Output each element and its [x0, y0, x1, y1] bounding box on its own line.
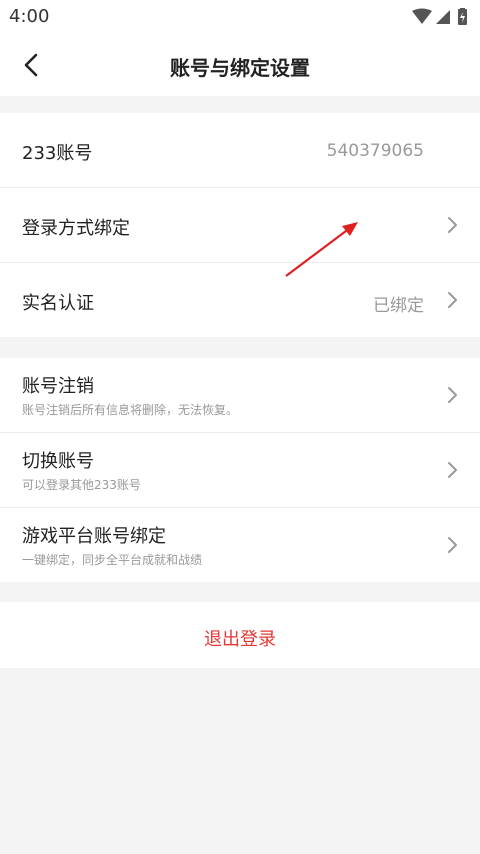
- verification-status: 已绑定: [373, 296, 424, 316]
- status-bar: 4:00: [0, 0, 480, 34]
- chevron-right-icon: [446, 535, 460, 555]
- real-name-verification-row[interactable]: 实名认证 已绑定: [0, 263, 480, 337]
- row-label: 233账号: [22, 143, 93, 164]
- chevron-right-icon: [446, 385, 460, 405]
- row-label: 实名认证: [22, 293, 94, 314]
- battery-icon: [458, 8, 467, 25]
- game-platform-binding-row[interactable]: 游戏平台账号绑定 一键绑定，同步全平台成就和战绩: [0, 508, 480, 582]
- logout-button[interactable]: 退出登录: [0, 625, 480, 651]
- account-id-value: 540379065: [326, 141, 424, 161]
- page-title: 账号与绑定设置: [170, 56, 310, 80]
- account-cancellation-row[interactable]: 账号注销 账号注销后所有信息将删除，无法恢复。: [0, 358, 480, 433]
- nav-bar: 账号与绑定设置: [0, 34, 480, 96]
- account-manage-group: 账号注销 账号注销后所有信息将删除，无法恢复。 切换账号 可以登录其他233账号…: [0, 358, 480, 582]
- status-icons: [410, 8, 472, 26]
- account-id-row: 233账号 540379065: [0, 113, 480, 188]
- wifi-icon: [412, 8, 432, 24]
- row-description: 账号注销后所有信息将删除，无法恢复。: [22, 403, 239, 417]
- chevron-right-icon: [446, 460, 460, 480]
- chevron-right-icon: [446, 290, 460, 310]
- row-label: 账号注销: [22, 376, 94, 397]
- login-method-binding-row[interactable]: 登录方式绑定: [0, 188, 480, 263]
- row-label: 登录方式绑定: [22, 218, 130, 239]
- row-label: 游戏平台账号绑定: [22, 526, 166, 547]
- status-time: 4:00: [9, 6, 50, 27]
- account-settings-group: 233账号 540379065 登录方式绑定 实名认证 已绑定: [0, 113, 480, 337]
- chevron-right-icon: [446, 215, 460, 235]
- switch-account-row[interactable]: 切换账号 可以登录其他233账号: [0, 433, 480, 508]
- row-description: 可以登录其他233账号: [22, 478, 141, 492]
- row-description: 一键绑定，同步全平台成就和战绩: [22, 553, 203, 567]
- signal-icon: [436, 10, 450, 24]
- row-label: 切换账号: [22, 451, 94, 472]
- logout-container: 退出登录: [0, 602, 480, 668]
